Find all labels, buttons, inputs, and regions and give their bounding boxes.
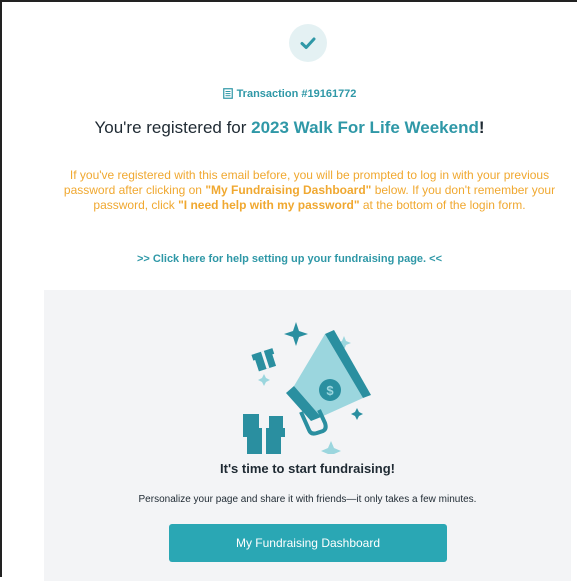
fundraising-title: It's time to start fundraising! [220, 461, 395, 476]
success-badge [289, 24, 327, 62]
sparkle-icon [351, 408, 363, 420]
transaction-number: Transaction #19161772 [236, 88, 357, 100]
login-notice: If you've registered with this email bef… [46, 168, 573, 213]
sparkle-icon [284, 322, 308, 346]
notice-text-3: at the bottom of the login form. [359, 198, 526, 212]
check-icon [300, 37, 316, 49]
headline-suffix: ! [478, 118, 485, 137]
my-fundraising-dashboard-button[interactable]: My Fundraising Dashboard [169, 524, 447, 562]
megaphone-gift-illustration: $ [243, 322, 371, 454]
email-content-frame: Transaction #19161772 You're registered … [0, 0, 577, 581]
transaction-line: Transaction #19161772 [2, 88, 577, 100]
megaphone-icon: $ [286, 330, 371, 436]
fundraising-subtitle: Personalize your page and share it with … [138, 494, 477, 505]
notice-password-help-ref: "I need help with my password" [178, 198, 360, 212]
fundraising-panel: $ It's time to start fundraising! Person… [44, 290, 571, 581]
fundraising-help-link[interactable]: >> Click here for help setting up your f… [2, 253, 577, 265]
headline-prefix: You're registered for [94, 118, 252, 137]
document-icon [222, 88, 233, 99]
sparkle-icon [258, 374, 270, 386]
sparkle-icon [321, 441, 341, 454]
registration-headline: You're registered for 2023 Walk For Life… [2, 118, 577, 138]
svg-text:$: $ [326, 383, 334, 398]
notice-dashboard-ref: "My Fundraising Dashboard" [205, 183, 372, 197]
small-gift-icon [251, 348, 277, 372]
event-name: 2023 Walk For Life Weekend [251, 118, 479, 137]
large-gift-icon [243, 414, 285, 454]
